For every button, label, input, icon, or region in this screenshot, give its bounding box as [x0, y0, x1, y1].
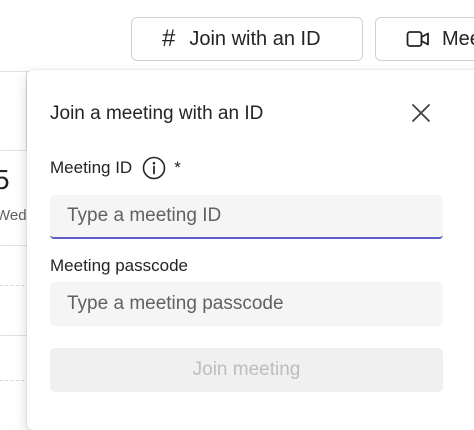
- popover-title: Join a meeting with an ID: [50, 103, 264, 124]
- calendar-row-divider: [0, 335, 30, 336]
- calendar-day-divider: [0, 150, 30, 151]
- join-meeting-popover: Join a meeting with an ID Meeting ID * M…: [27, 70, 474, 430]
- meeting-passcode-label-row: Meeting passcode: [50, 256, 188, 276]
- join-with-id-button[interactable]: # Join with an ID: [131, 17, 363, 61]
- join-with-id-label: Join with an ID: [189, 27, 321, 50]
- meeting-id-label-row: Meeting ID *: [50, 156, 181, 180]
- calendar-day-number: 5: [0, 164, 10, 195]
- required-marker: *: [174, 158, 181, 177]
- meeting-passcode-input[interactable]: [50, 282, 443, 326]
- join-meeting-button[interactable]: Join meeting: [50, 348, 443, 392]
- calendar-half-hour-divider: [0, 380, 30, 381]
- close-button[interactable]: [408, 100, 434, 126]
- close-icon: [412, 104, 430, 122]
- info-icon[interactable]: [142, 156, 166, 180]
- calendar-row-divider: [0, 245, 30, 246]
- meeting-id-input[interactable]: [50, 195, 443, 239]
- video-camera-icon: [406, 30, 430, 48]
- hash-icon: #: [162, 25, 176, 52]
- meet-now-label: Meet now: [442, 27, 474, 50]
- calendar-half-hour-divider: [0, 285, 30, 286]
- meeting-id-label: Meeting ID: [50, 158, 133, 177]
- meeting-passcode-label: Meeting passcode: [50, 256, 188, 275]
- meet-now-button[interactable]: Meet now: [375, 17, 474, 61]
